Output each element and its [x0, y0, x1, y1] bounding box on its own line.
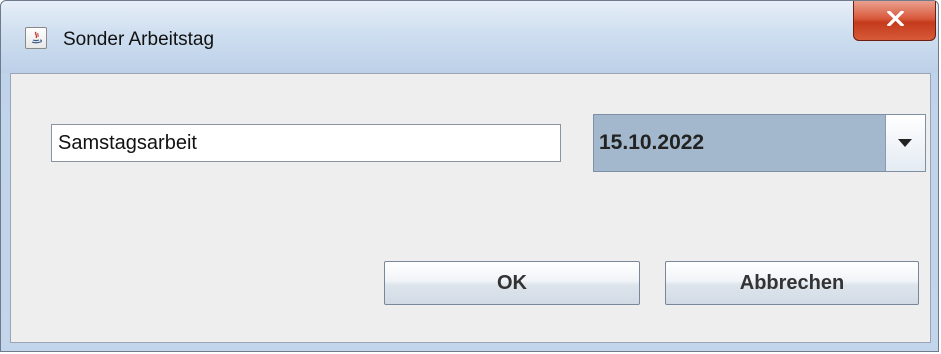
window-title: Sonder Arbeitstag [63, 29, 215, 50]
close-button[interactable] [853, 1, 936, 41]
dialog-window: Sonder Arbeitstag 15.10.2022 OK Abbreche… [0, 0, 939, 352]
dialog-content: 15.10.2022 OK Abbrechen [10, 73, 931, 343]
date-combobox-value: 15.10.2022 [599, 131, 705, 154]
java-app-icon [25, 27, 47, 49]
title-bar[interactable]: Sonder Arbeitstag [1, 1, 938, 73]
close-icon [887, 11, 904, 26]
date-combobox[interactable]: 15.10.2022 [593, 114, 926, 172]
cancel-button[interactable]: Abbrechen [665, 261, 919, 305]
name-input[interactable] [51, 124, 561, 162]
combobox-dropdown-button[interactable] [885, 115, 925, 171]
ok-button[interactable]: OK [384, 261, 640, 305]
triangle-down-icon [898, 139, 912, 147]
